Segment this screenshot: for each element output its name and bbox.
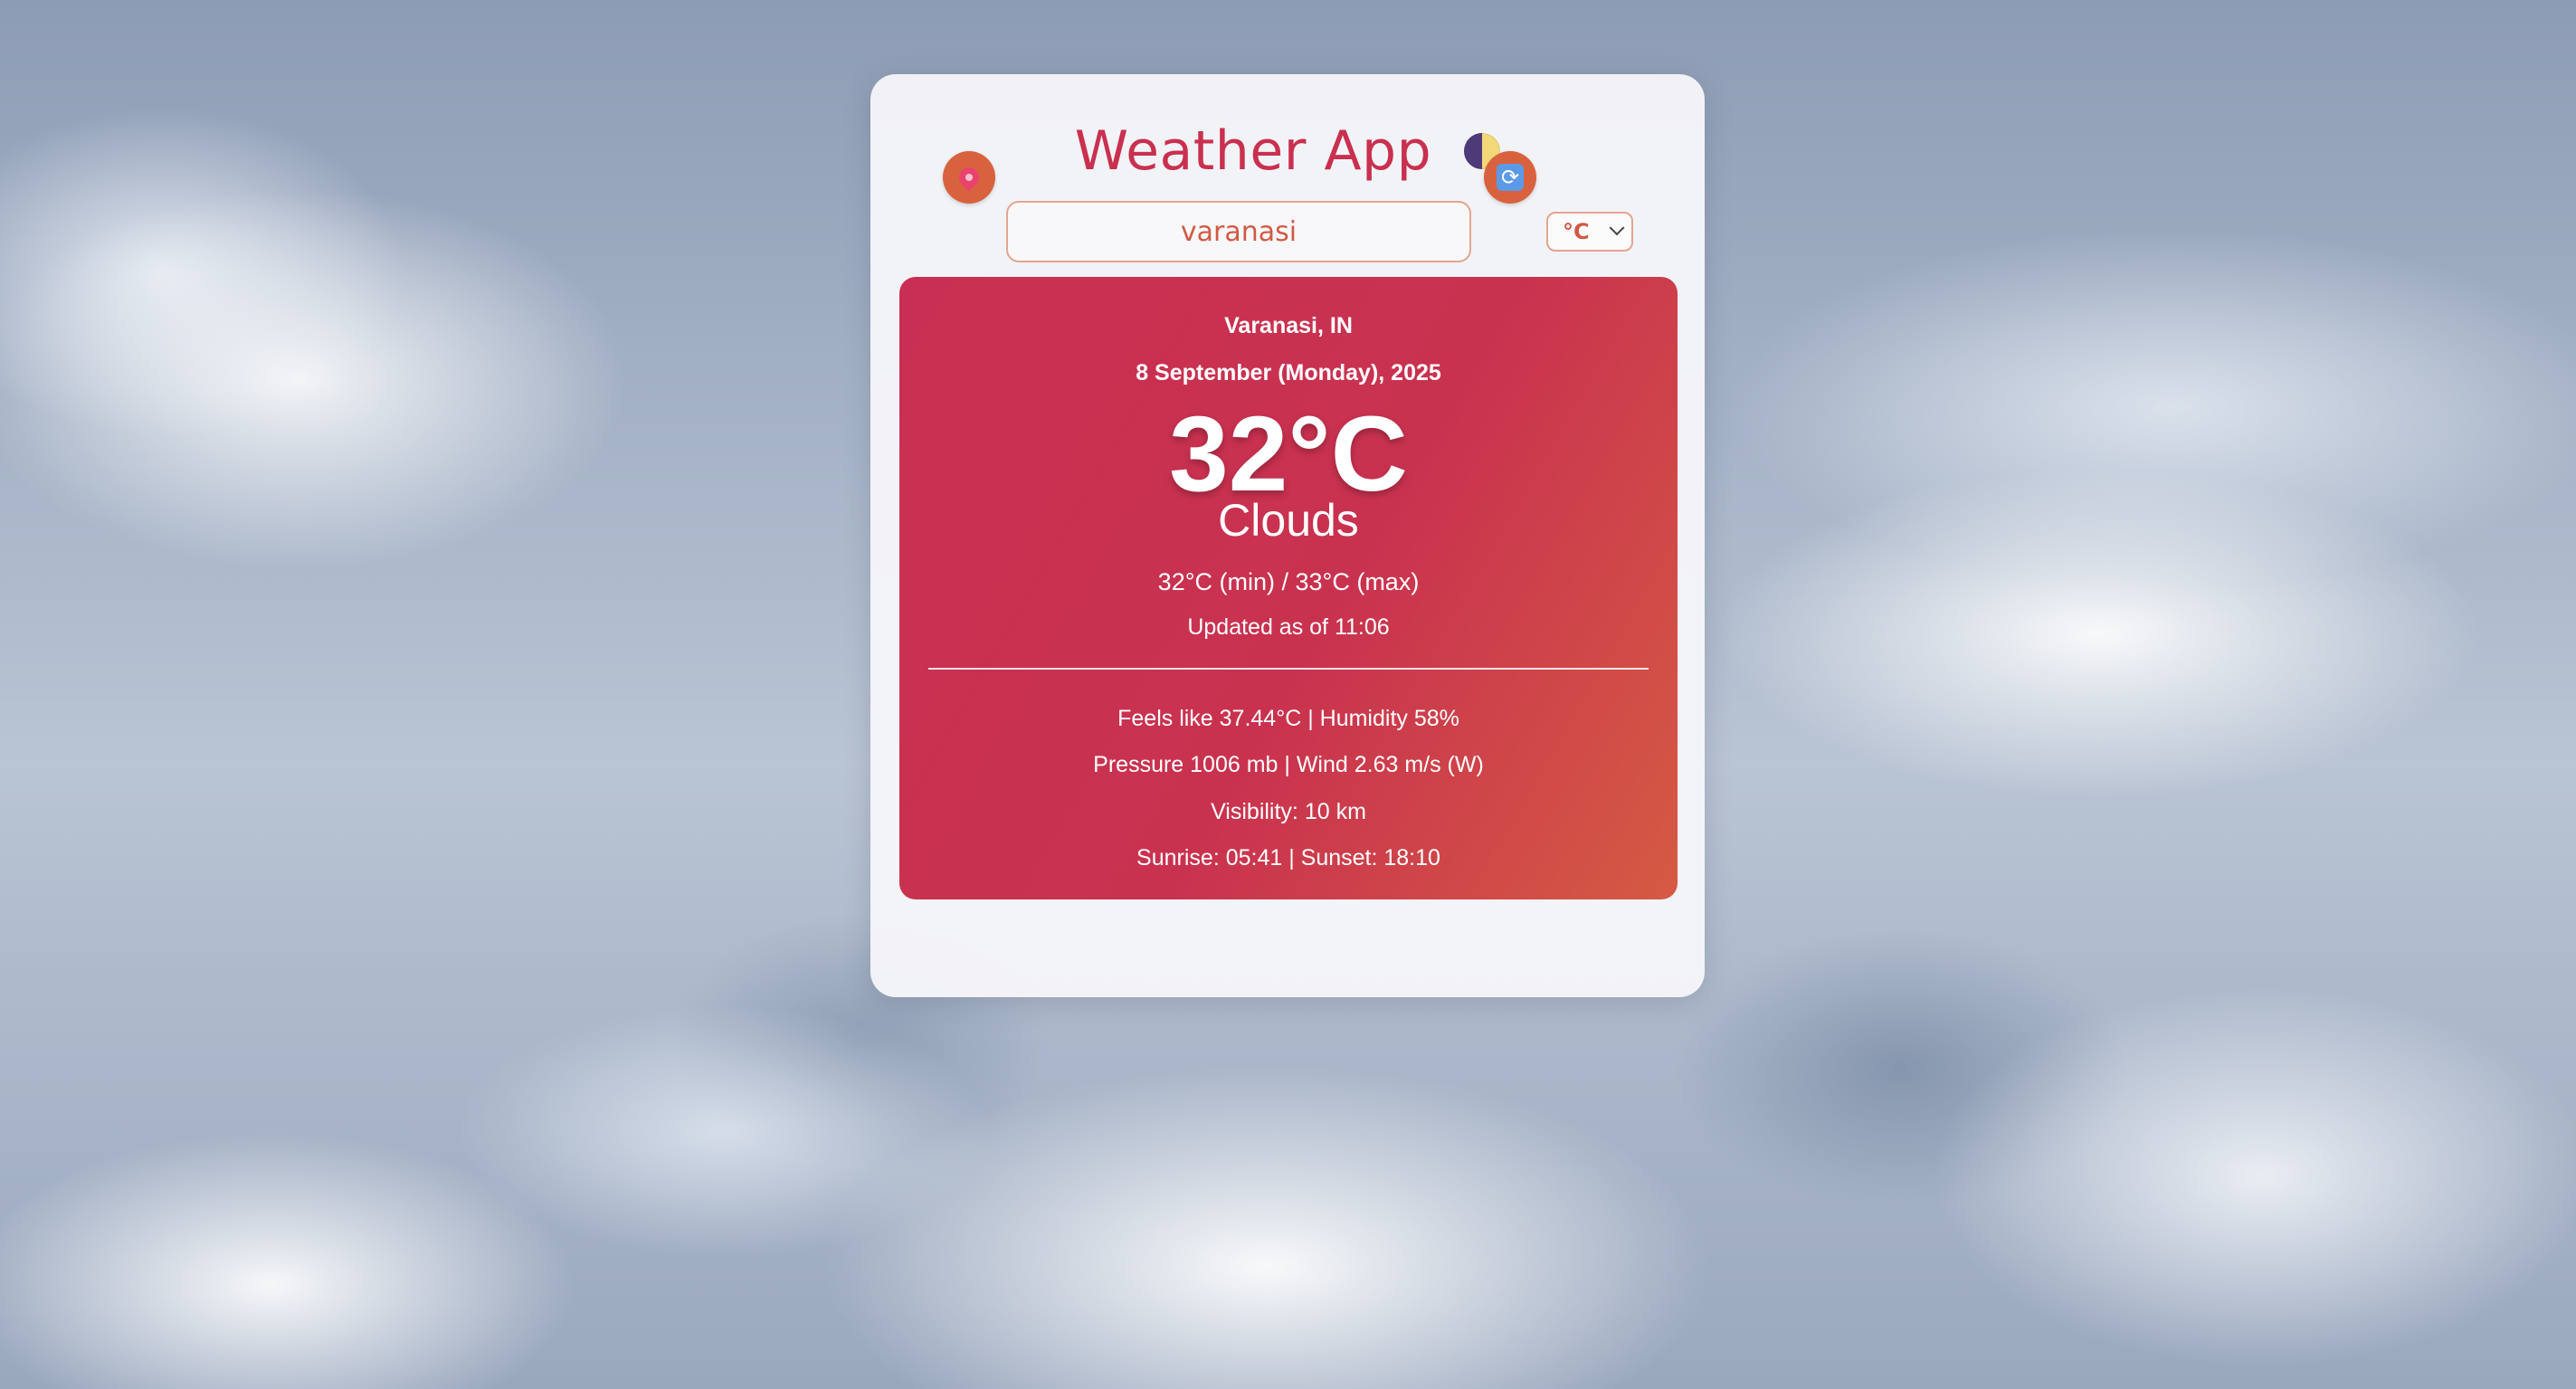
weather-app-panel: Weather App ⟳ °C Varanasi, IN 8 Septembe… xyxy=(870,74,1705,997)
map-pin-icon xyxy=(955,163,984,192)
city-name: Varanasi, IN xyxy=(1224,313,1353,338)
pressure-wind: Pressure 1006 mb | Wind 2.63 m/s (W) xyxy=(1093,752,1484,777)
city-search-input[interactable] xyxy=(1006,201,1471,262)
app-title: Weather App xyxy=(1074,119,1432,183)
refresh-icon: ⟳ xyxy=(1497,164,1524,191)
weather-card: Varanasi, IN 8 September (Monday), 2025 … xyxy=(899,277,1678,899)
feels-like-humidity: Feels like 37.44°C | Humidity 58% xyxy=(1117,706,1459,731)
chevron-down-icon xyxy=(1609,220,1625,236)
updated-time: Updated as of 11:06 xyxy=(1187,614,1390,640)
unit-select[interactable]: °C xyxy=(1546,212,1633,252)
min-max-temperature: 32°C (min) / 33°C (max) xyxy=(1157,568,1420,595)
sunrise-sunset: Sunrise: 05:41 | Sunset: 18:10 xyxy=(1136,845,1440,871)
date-text: 8 September (Monday), 2025 xyxy=(1136,360,1441,385)
weather-condition: Clouds xyxy=(1218,495,1359,546)
header: Weather App xyxy=(870,110,1705,192)
location-button[interactable] xyxy=(943,151,995,204)
refresh-button[interactable]: ⟳ xyxy=(1484,151,1536,204)
unit-select-value: °C xyxy=(1563,219,1590,244)
divider xyxy=(928,668,1649,670)
visibility: Visibility: 10 km xyxy=(1211,799,1366,824)
